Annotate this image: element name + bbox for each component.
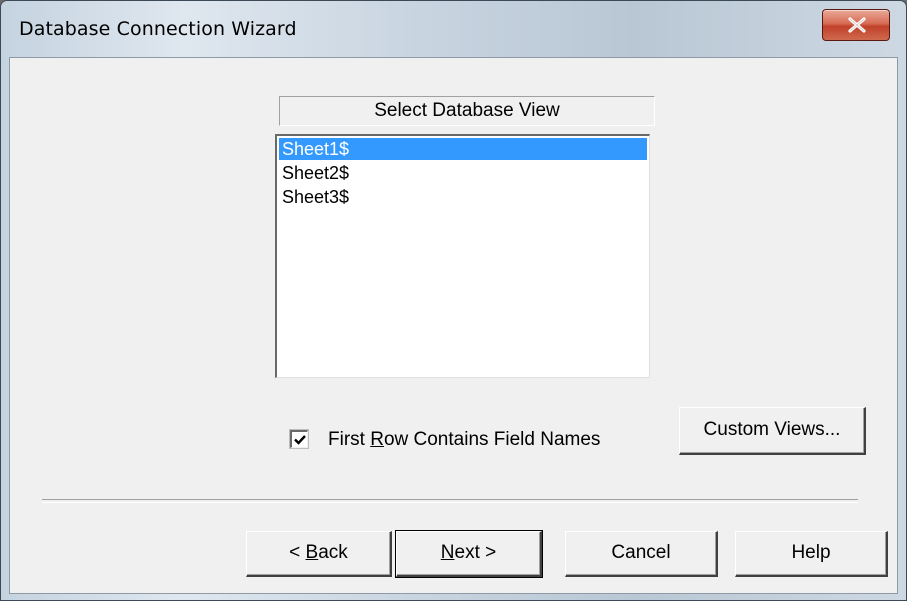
back-mnemonic: B bbox=[305, 542, 319, 563]
dialog-client-area: Select Database View Sheet1$ Sheet2$ She… bbox=[9, 57, 898, 594]
back-rest: ack bbox=[318, 542, 348, 563]
label-part-after: ow Contains Field Names bbox=[383, 429, 601, 450]
background-window-fragment bbox=[336, 9, 576, 57]
help-button[interactable]: Help bbox=[735, 531, 888, 577]
list-header-label: Select Database View bbox=[279, 96, 655, 126]
checkmark-icon bbox=[294, 435, 306, 445]
close-icon bbox=[848, 17, 866, 33]
label-part-before: First bbox=[328, 429, 371, 450]
list-item-sheet2[interactable]: Sheet2$ bbox=[279, 162, 647, 184]
next-rest: ext > bbox=[454, 542, 497, 563]
back-prefix: < bbox=[289, 542, 306, 563]
list-item-sheet1[interactable]: Sheet1$ bbox=[279, 138, 647, 160]
next-mnemonic: N bbox=[440, 542, 455, 563]
database-view-listbox[interactable]: Sheet1$ Sheet2$ Sheet3$ bbox=[275, 134, 650, 378]
custom-views-button[interactable]: Custom Views... bbox=[679, 407, 866, 455]
title-bar[interactable]: Database Connection Wizard bbox=[1, 1, 906, 57]
cancel-button[interactable]: Cancel bbox=[565, 531, 718, 577]
dialog-window: Database Connection Wizard Select Databa… bbox=[0, 0, 907, 601]
first-row-field-names-checkbox[interactable] bbox=[290, 430, 308, 448]
label-mnemonic: R bbox=[370, 429, 384, 450]
next-button[interactable]: Next > bbox=[395, 530, 543, 578]
list-item-sheet3[interactable]: Sheet3$ bbox=[279, 186, 647, 208]
first-row-field-names-label: First Row Contains Field Names bbox=[328, 428, 600, 452]
footer-separator bbox=[42, 499, 858, 503]
close-button[interactable] bbox=[822, 9, 890, 41]
back-button[interactable]: < Back bbox=[246, 531, 392, 577]
window-title: Database Connection Wizard bbox=[19, 18, 297, 40]
